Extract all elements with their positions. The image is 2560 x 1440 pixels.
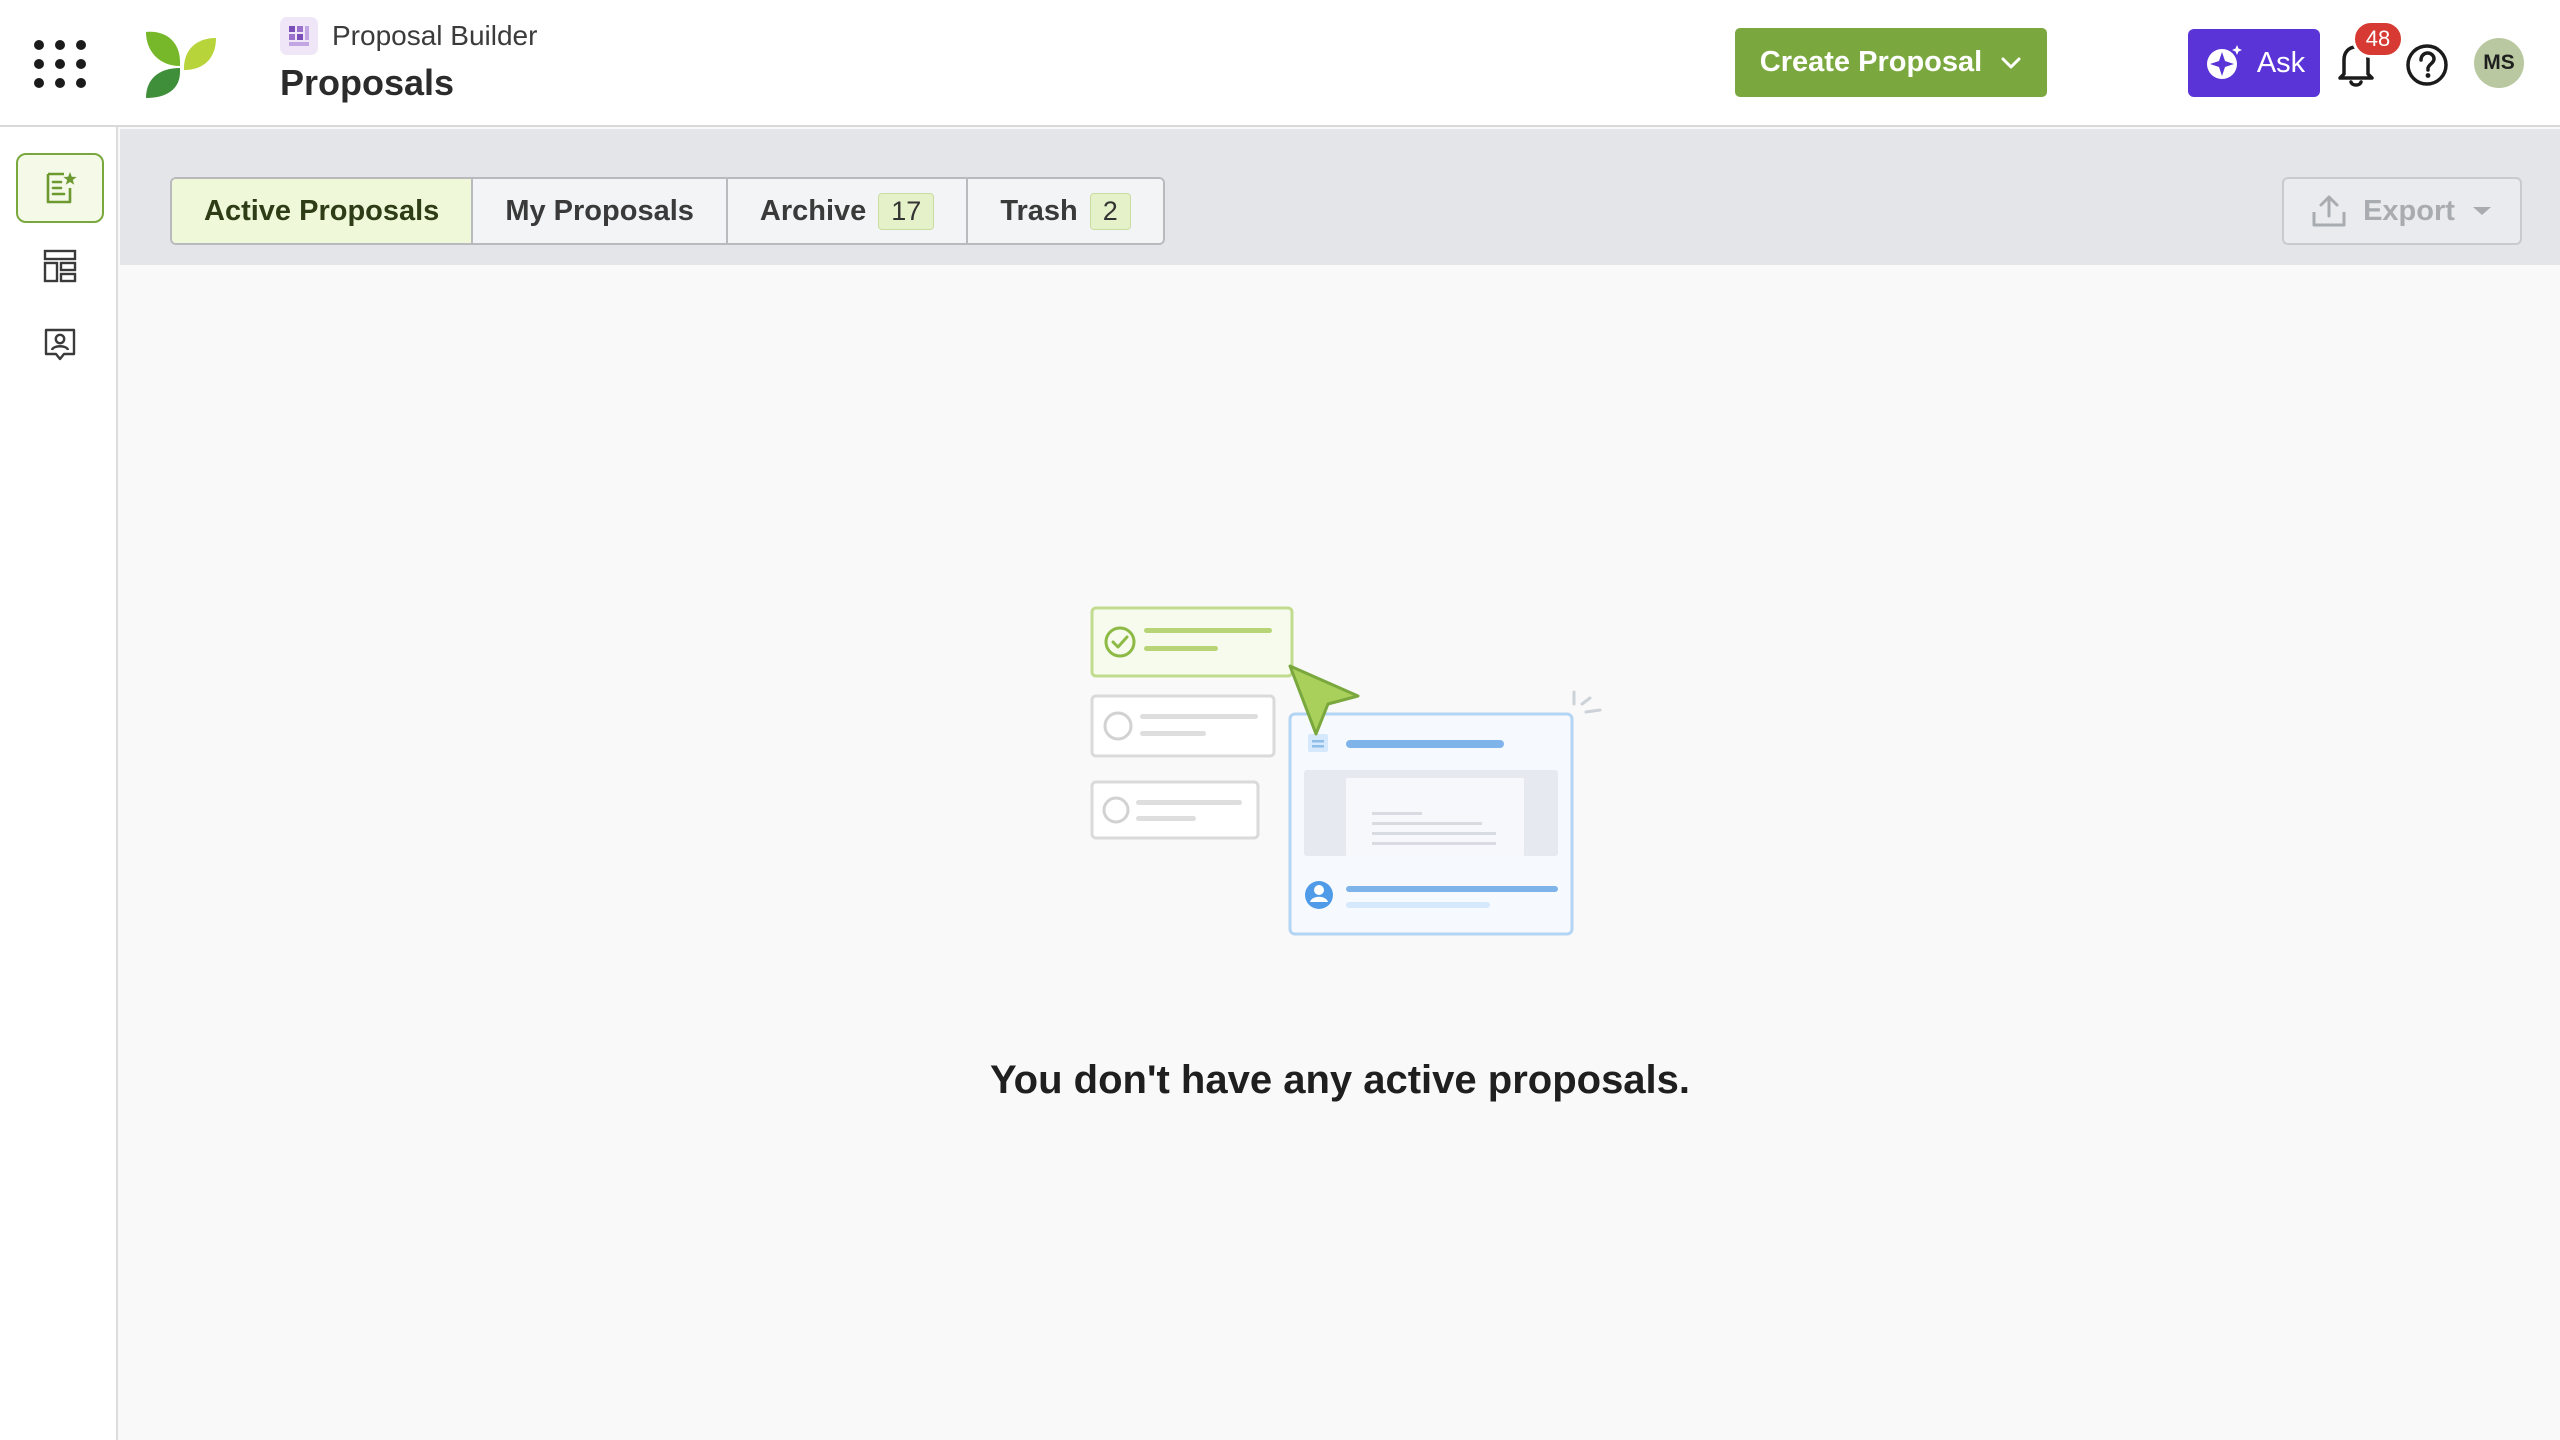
export-label: Export — [2363, 194, 2455, 227]
app-launcher-icon[interactable] — [34, 40, 86, 88]
caret-down-icon — [2472, 207, 2491, 215]
proposal-builder-icon — [280, 17, 318, 55]
tab-bar: Active Proposals My Proposals Archive 17… — [120, 129, 2560, 265]
proposal-tabs: Active Proposals My Proposals Archive 17… — [170, 177, 1165, 245]
page-title: Proposals — [280, 62, 455, 103]
create-proposal-button[interactable]: Create Proposal — [1735, 28, 2047, 97]
help-icon[interactable] — [2404, 42, 2450, 88]
tab-trash[interactable]: Trash 2 — [968, 179, 1163, 243]
archive-count-badge: 17 — [878, 192, 935, 230]
product-switcher[interactable]: Proposal Builder — [280, 16, 537, 56]
upload-icon — [2312, 195, 2346, 227]
ask-button[interactable]: Ask — [2188, 29, 2320, 97]
export-button[interactable]: Export — [2282, 177, 2522, 245]
user-avatar[interactable]: MS — [2474, 38, 2524, 88]
empty-state-illustration — [1090, 606, 1602, 936]
notification-count-badge: 48 — [2352, 20, 2404, 58]
tab-archive[interactable]: Archive 17 — [727, 179, 969, 243]
rail-item-templates[interactable] — [16, 231, 104, 301]
ask-ai-icon — [2206, 45, 2242, 79]
product-name: Proposal Builder — [332, 20, 538, 51]
tab-label: My Proposals — [505, 194, 694, 227]
rail-item-contacts[interactable] — [16, 309, 104, 379]
left-rail — [0, 127, 118, 1440]
tab-label: Trash — [1000, 194, 1078, 227]
chevron-down-icon — [2001, 57, 2021, 68]
brand-logo[interactable] — [144, 28, 218, 98]
proposal-star-icon — [46, 172, 77, 204]
contact-card-icon — [44, 328, 76, 361]
empty-state-message: You don't have any active proposals. — [989, 1058, 1691, 1102]
trash-count-badge: 2 — [1089, 192, 1131, 230]
tab-my-proposals[interactable]: My Proposals — [473, 179, 728, 243]
top-bar: Proposal Builder Proposals Create Propos… — [0, 0, 2560, 127]
tab-label: Active Proposals — [204, 194, 440, 227]
create-proposal-label: Create Proposal — [1759, 46, 1983, 78]
layout-template-icon — [43, 249, 77, 283]
ask-label: Ask — [2256, 46, 2306, 79]
tab-label: Archive — [759, 194, 867, 227]
rail-item-proposals[interactable] — [16, 153, 104, 223]
tab-active-proposals[interactable]: Active Proposals — [172, 179, 474, 243]
